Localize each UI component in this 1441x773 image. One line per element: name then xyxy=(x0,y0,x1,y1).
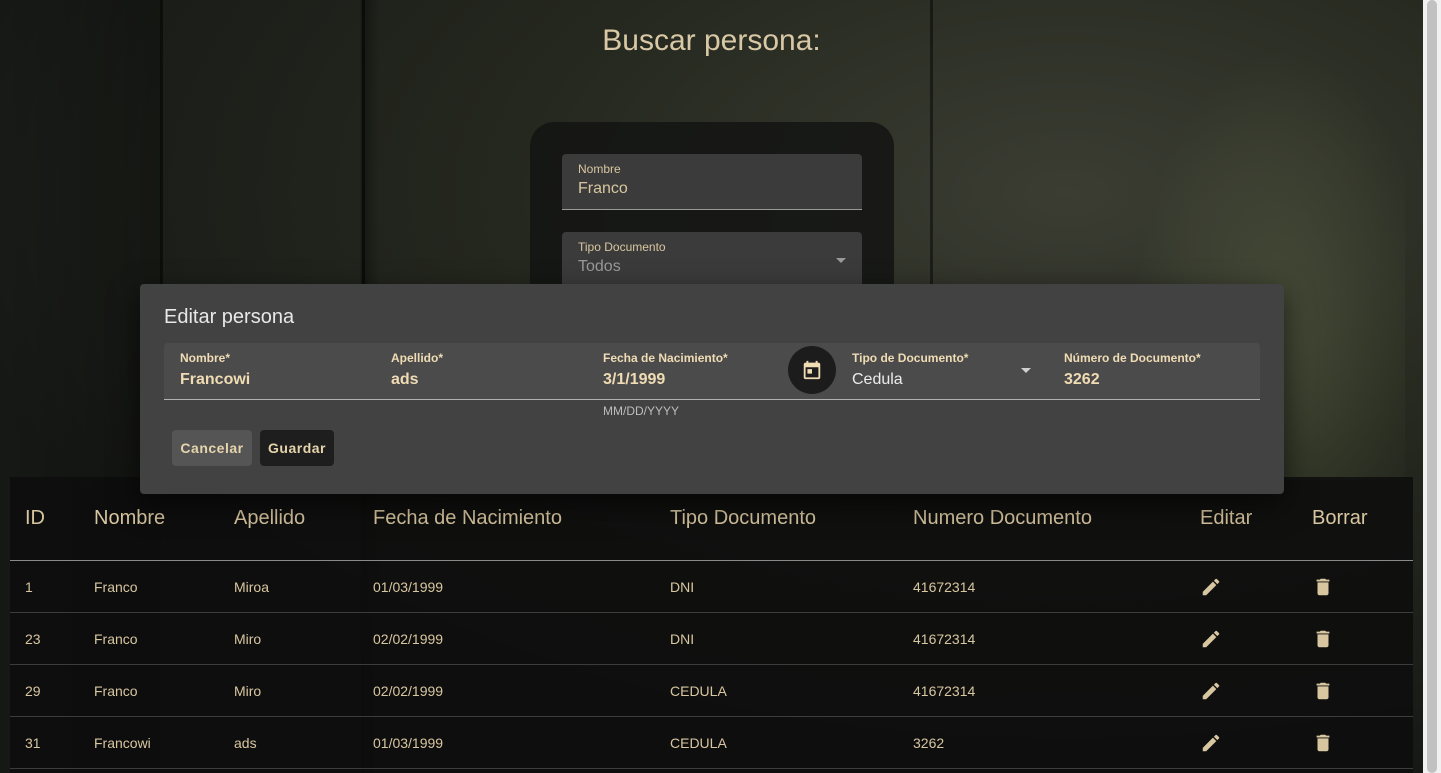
table-row: 29 Franco Miro 02/02/1999 CEDULA 4167231… xyxy=(10,664,1413,717)
search-nombre-value[interactable]: Franco xyxy=(578,180,846,198)
cell-id: 29 xyxy=(10,664,79,717)
cell-fecha: 01/03/1999 xyxy=(358,716,655,769)
cell-numero: 41672314 xyxy=(898,664,1185,717)
cell-tipo: DNI xyxy=(655,560,898,613)
delete-button[interactable] xyxy=(1297,560,1413,613)
column-header-borrar: Borrar xyxy=(1297,477,1413,561)
apellido-field[interactable]: Apellido* ads xyxy=(391,351,443,389)
search-nombre-field[interactable]: Nombre Franco xyxy=(562,154,862,210)
save-button[interactable]: Guardar xyxy=(260,430,334,466)
cell-id: 23 xyxy=(10,612,79,665)
cell-apellido: Miro xyxy=(219,612,358,665)
delete-button[interactable] xyxy=(1297,664,1413,717)
fecha-field[interactable]: Fecha de Nacimiento* 3/1/1999 xyxy=(603,351,728,389)
delete-button[interactable] xyxy=(1297,612,1413,665)
fecha-input[interactable]: 3/1/1999 xyxy=(603,371,728,389)
fecha-format-hint: MM/DD/YYYY xyxy=(603,404,680,418)
table-row: 1 Franco Miroa 01/03/1999 DNI 41672314 xyxy=(10,560,1413,613)
search-tipo-select[interactable]: Tipo Documento Todos xyxy=(562,232,862,288)
cell-numero: 3262 xyxy=(898,716,1185,769)
calendar-icon xyxy=(803,360,821,380)
table-row: 23 Franco Miro 02/02/1999 DNI 41672314 xyxy=(10,612,1413,665)
edit-button[interactable] xyxy=(1185,716,1297,769)
cell-nombre: Francowi xyxy=(79,716,219,769)
persons-table: ID Nombre Apellido Fecha de Nacimiento T… xyxy=(10,477,1413,773)
dialog-title: Editar persona xyxy=(164,306,295,328)
trash-icon[interactable] xyxy=(1312,680,1334,702)
cell-numero: 41672314 xyxy=(898,560,1185,613)
chevron-down-icon[interactable] xyxy=(1021,368,1031,373)
fecha-label: Fecha de Nacimiento* xyxy=(603,351,728,365)
cell-nombre: Franco xyxy=(79,664,219,717)
datepicker-toggle-button[interactable] xyxy=(788,346,836,394)
cell-tipo: CEDULA xyxy=(655,716,898,769)
search-nombre-label: Nombre xyxy=(578,162,621,176)
numero-documento-input[interactable]: 3262 xyxy=(1064,371,1201,389)
numero-documento-label: Número de Documento* xyxy=(1064,351,1201,365)
pencil-icon[interactable] xyxy=(1200,628,1222,650)
edit-button[interactable] xyxy=(1185,612,1297,665)
chevron-down-icon[interactable] xyxy=(836,258,846,263)
cell-fecha: 02/02/1999 xyxy=(358,664,655,717)
tipo-documento-value[interactable]: Cedula xyxy=(852,371,968,389)
column-header-id: ID xyxy=(10,477,79,561)
apellido-label: Apellido* xyxy=(391,351,444,365)
cell-id: 1 xyxy=(10,560,79,613)
edit-button[interactable] xyxy=(1185,560,1297,613)
tipo-documento-label: Tipo de Documento* xyxy=(852,351,969,365)
search-tipo-value[interactable]: Todos xyxy=(578,258,846,276)
delete-button[interactable] xyxy=(1297,716,1413,769)
cancel-button[interactable]: Cancelar xyxy=(172,430,252,466)
cell-apellido: ads xyxy=(219,716,358,769)
cell-id: 31 xyxy=(10,716,79,769)
tipo-documento-select[interactable]: Tipo de Documento* Cedula xyxy=(852,351,968,389)
trash-icon[interactable] xyxy=(1312,628,1334,650)
cell-numero: 41672314 xyxy=(898,612,1185,665)
apellido-input[interactable]: ads xyxy=(391,371,443,389)
nombre-label: Nombre* xyxy=(180,351,231,365)
cell-fecha: 02/02/1999 xyxy=(358,612,655,665)
cell-tipo: CEDULA xyxy=(655,664,898,717)
trash-icon[interactable] xyxy=(1312,732,1334,754)
nombre-field[interactable]: Nombre* Francowi xyxy=(180,351,250,389)
page-title: Buscar persona: xyxy=(602,24,821,57)
cell-nombre: Franco xyxy=(79,612,219,665)
cell-fecha: 01/03/1999 xyxy=(358,560,655,613)
cell-tipo: DNI xyxy=(655,612,898,665)
pencil-icon[interactable] xyxy=(1200,680,1222,702)
cell-apellido: Miroa xyxy=(219,560,358,613)
cell-nombre: Franco xyxy=(79,560,219,613)
pencil-icon[interactable] xyxy=(1200,576,1222,598)
edit-form-row: Nombre* Francowi Apellido* ads Fecha de … xyxy=(164,343,1260,400)
search-tipo-label: Tipo Documento xyxy=(578,240,666,254)
edit-person-dialog: Editar persona Nombre* Francowi Apellido… xyxy=(140,284,1284,494)
numero-documento-field[interactable]: Número de Documento* 3262 xyxy=(1064,351,1201,389)
pencil-icon[interactable] xyxy=(1200,732,1222,754)
trash-icon[interactable] xyxy=(1312,576,1334,598)
nombre-input[interactable]: Francowi xyxy=(180,371,250,389)
cell-apellido: Miro xyxy=(219,664,358,717)
edit-button[interactable] xyxy=(1185,664,1297,717)
table-row: 31 Francowi ads 01/03/1999 CEDULA 3262 xyxy=(10,716,1413,769)
page-scrollbar[interactable] xyxy=(1423,0,1441,773)
scrollbar-thumb[interactable] xyxy=(1427,0,1437,773)
